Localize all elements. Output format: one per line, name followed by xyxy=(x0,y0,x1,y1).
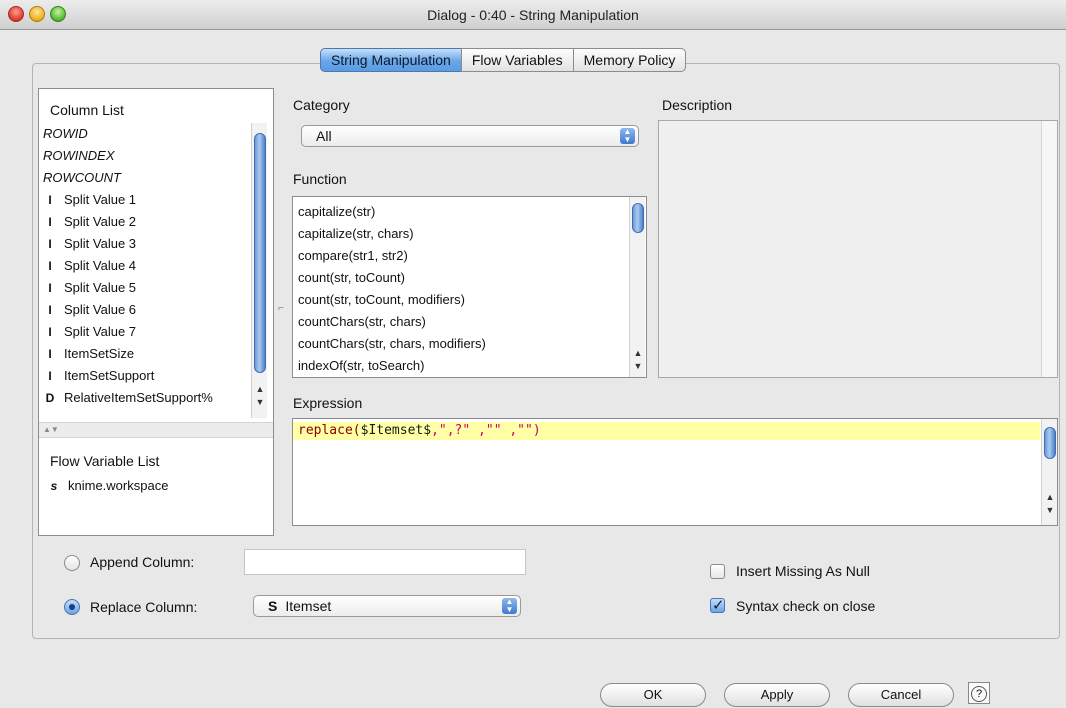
category-selected: All xyxy=(316,128,332,144)
scroll-arrows-icon[interactable]: ▲ ▼ xyxy=(1042,491,1058,517)
description-scrollbar[interactable] xyxy=(1041,121,1057,377)
scroll-thumb[interactable] xyxy=(1044,427,1056,459)
insert-missing-label: Insert Missing As Null xyxy=(736,563,870,579)
apply-button[interactable]: Apply xyxy=(724,683,830,707)
list-item[interactable]: I Split Value 4 xyxy=(43,255,253,277)
integer-type-icon: I xyxy=(48,193,52,207)
function-item[interactable]: count(str, toCount, modifiers) xyxy=(298,289,623,311)
list-item[interactable]: D RelativeItemSetSupport% xyxy=(43,387,253,409)
splitter-handle[interactable]: ⌐ xyxy=(278,303,284,314)
function-list-panel: capitalize(str) capitalize(str, chars) c… xyxy=(292,196,647,378)
integer-type-icon: I xyxy=(48,281,52,295)
list-item[interactable]: I Split Value 7 xyxy=(43,321,253,343)
list-item[interactable]: ROWCOUNT xyxy=(43,167,253,189)
list-item[interactable]: I Split Value 6 xyxy=(43,299,253,321)
replace-column-dropdown[interactable]: S Itemset ▲ ▼ xyxy=(253,595,521,617)
list-item[interactable]: I Split Value 2 xyxy=(43,211,253,233)
list-item[interactable]: ROWID xyxy=(43,123,253,145)
scroll-arrows-icon[interactable]: ▲ ▼ xyxy=(252,383,268,409)
column-list-label: Column List xyxy=(50,102,124,118)
scroll-thumb[interactable] xyxy=(632,203,644,233)
tab-string-manipulation[interactable]: String Manipulation xyxy=(320,48,462,72)
expression-scrollbar[interactable]: ▲ ▼ xyxy=(1041,419,1057,525)
double-type-icon: D xyxy=(45,391,55,405)
list-item[interactable]: I Split Value 5 xyxy=(43,277,253,299)
category-dropdown[interactable]: All ▲ ▼ xyxy=(301,125,639,147)
dropdown-arrows-icon: ▲ ▼ xyxy=(620,128,635,144)
integer-type-icon: I xyxy=(48,325,52,339)
tab-memory-policy[interactable]: Memory Policy xyxy=(572,48,687,72)
string-type-icon: S xyxy=(268,598,278,614)
scroll-thumb[interactable] xyxy=(254,133,266,373)
string-type-icon: s xyxy=(50,479,58,493)
function-item[interactable]: countChars(str, chars, modifiers) xyxy=(298,333,623,355)
flow-variable-list[interactable]: s knime.workspace xyxy=(47,475,257,497)
integer-type-icon: I xyxy=(48,369,52,383)
description-label: Description xyxy=(662,97,733,113)
column-list-panel: Column List ROWID ROWINDEX ROWCOUNT I Spl… xyxy=(38,88,274,536)
function-item[interactable]: capitalize(str, chars) xyxy=(298,223,623,245)
expression-label: Expression xyxy=(293,395,363,411)
expression-editor[interactable]: replace($Itemset$,",?" ,"" ,"") ▲ ▼ xyxy=(292,418,1058,526)
help-icon: ? xyxy=(971,686,987,702)
list-item[interactable]: I ItemSetSupport xyxy=(43,365,253,387)
function-item[interactable]: capitalize(str) xyxy=(298,201,623,223)
column-list-scrollbar[interactable]: ▲ ▼ xyxy=(251,123,267,418)
scroll-arrows-icon[interactable]: ▲ ▼ xyxy=(630,347,646,373)
integer-type-icon: I xyxy=(48,303,52,317)
expression-line[interactable]: replace($Itemset$,",?" ,"" ,"") xyxy=(293,422,1040,440)
integer-type-icon: I xyxy=(48,237,52,251)
replace-column-label: Replace Column: xyxy=(90,599,198,615)
replace-column-radio[interactable] xyxy=(64,599,80,615)
flow-variable-list-label: Flow Variable List xyxy=(50,453,160,469)
insert-missing-checkbox[interactable] xyxy=(710,564,725,579)
list-item[interactable]: s knime.workspace xyxy=(47,475,257,497)
help-button[interactable]: ? xyxy=(968,682,990,704)
dropdown-arrows-icon: ▲ ▼ xyxy=(502,598,517,614)
integer-type-icon: I xyxy=(48,347,52,361)
list-item[interactable]: I Split Value 1 xyxy=(43,189,253,211)
split-divider[interactable]: ▲▼ xyxy=(39,422,273,438)
cancel-button[interactable]: Cancel xyxy=(848,683,954,707)
function-item[interactable]: countChars(str, chars) xyxy=(298,311,623,333)
integer-type-icon: I xyxy=(48,259,52,273)
tab-bar: String Manipulation Flow Variables Memor… xyxy=(320,48,687,72)
title-bar: Dialog - 0:40 - String Manipulation xyxy=(0,0,1066,30)
syntax-check-label: Syntax check on close xyxy=(736,598,876,614)
append-column-input[interactable] xyxy=(244,549,526,575)
category-label: Category xyxy=(293,97,350,113)
replace-column-selected: Itemset xyxy=(285,598,332,614)
description-panel xyxy=(658,120,1058,378)
function-label: Function xyxy=(293,171,347,187)
syntax-check-checkbox[interactable] xyxy=(710,596,725,614)
function-list-scrollbar[interactable]: ▲ ▼ xyxy=(629,197,645,377)
tab-flow-variables[interactable]: Flow Variables xyxy=(460,48,574,72)
function-item[interactable]: indexOf(str, toSearch) xyxy=(298,355,623,377)
list-item[interactable]: I ItemSetSize xyxy=(43,343,253,365)
ok-button[interactable]: OK xyxy=(600,683,706,707)
column-list[interactable]: ROWID ROWINDEX ROWCOUNT I Split Value 1 I… xyxy=(43,123,253,409)
integer-type-icon: I xyxy=(48,215,52,229)
list-item[interactable]: ROWINDEX xyxy=(43,145,253,167)
window-title: Dialog - 0:40 - String Manipulation xyxy=(427,7,639,23)
function-item[interactable]: count(str, toCount) xyxy=(298,267,623,289)
append-column-radio[interactable] xyxy=(64,555,80,571)
list-item[interactable]: I Split Value 3 xyxy=(43,233,253,255)
function-list[interactable]: capitalize(str) capitalize(str, chars) c… xyxy=(298,201,623,377)
function-item[interactable]: compare(str1, str2) xyxy=(298,245,623,267)
append-column-label: Append Column: xyxy=(90,554,195,570)
